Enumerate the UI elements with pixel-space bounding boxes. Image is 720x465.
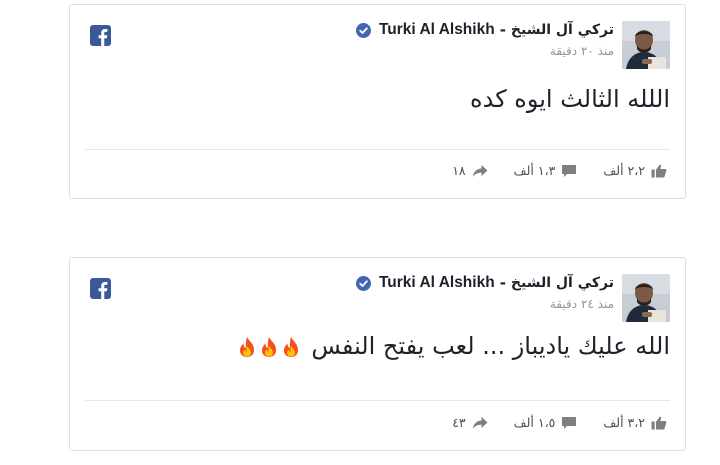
shares-count[interactable]: ٤٣ (452, 415, 488, 430)
facebook-post-card: Turki Al Alshikh - تركي آل الشيخ منذ ٢٤ … (69, 257, 686, 451)
shares-value: ٤٣ (452, 415, 466, 430)
likes-count[interactable]: ٣،٢ ألف (603, 415, 667, 430)
divider (85, 149, 670, 150)
post-author[interactable]: Turki Al Alshikh - تركي آل الشيخ (355, 274, 614, 292)
share-icon (472, 416, 488, 430)
share-icon (472, 164, 488, 178)
post-text: الله عليك ياديباز ... لعب يفتح النفس (311, 332, 670, 360)
divider (85, 400, 670, 401)
shares-count[interactable]: ١٨ (452, 163, 488, 178)
author-name-arabic[interactable]: تركي آل الشيخ (511, 22, 614, 38)
likes-value: ٣،٢ ألف (603, 415, 645, 430)
facebook-icon[interactable] (90, 278, 111, 299)
like-icon (651, 416, 667, 430)
comments-value: ١،٥ ألف (513, 415, 556, 430)
comment-icon (561, 416, 577, 430)
avatar[interactable] (622, 274, 670, 322)
post-text-line: الله عليك ياديباز ... لعب يفتح النفس (236, 332, 670, 360)
post-text: اللله الثالث ايوه كده (470, 85, 670, 113)
comments-value: ١،٣ ألف (513, 163, 556, 178)
comment-icon (561, 164, 577, 178)
fire-icon (239, 337, 254, 357)
comments-count[interactable]: ١،٥ ألف (514, 415, 578, 430)
post-stats: ٢،٢ ألف ١،٣ ألف ١٨ (452, 163, 667, 178)
author-name-latin[interactable]: Turki Al Alshikh (379, 21, 495, 39)
avatar[interactable] (622, 21, 670, 69)
facebook-icon[interactable] (90, 25, 111, 46)
author-name-latin[interactable]: Turki Al Alshikh (379, 274, 495, 292)
facebook-post-card: Turki Al Alshikh - تركي آل الشيخ منذ ٢٠ … (69, 4, 686, 199)
like-icon (651, 164, 667, 178)
post-timestamp[interactable]: منذ ٢٠ دقيقة (550, 44, 614, 58)
likes-count[interactable]: ٢،٢ ألف (603, 163, 667, 178)
verified-icon (355, 22, 371, 38)
author-separator: - (499, 21, 506, 39)
post-author[interactable]: Turki Al Alshikh - تركي آل الشيخ (355, 21, 614, 39)
fire-emoji-group (236, 336, 302, 358)
verified-icon (355, 275, 371, 291)
fire-icon (261, 337, 276, 357)
post-timestamp[interactable]: منذ ٢٤ دقيقة (550, 297, 614, 311)
likes-value: ٢،٢ ألف (603, 163, 645, 178)
shares-value: ١٨ (452, 163, 466, 178)
comments-count[interactable]: ١،٣ ألف (514, 163, 578, 178)
fire-icon (283, 337, 298, 357)
author-separator: - (499, 274, 506, 292)
author-name-arabic[interactable]: تركي آل الشيخ (511, 275, 614, 291)
post-stats: ٣،٢ ألف ١،٥ ألف ٤٣ (452, 415, 667, 430)
